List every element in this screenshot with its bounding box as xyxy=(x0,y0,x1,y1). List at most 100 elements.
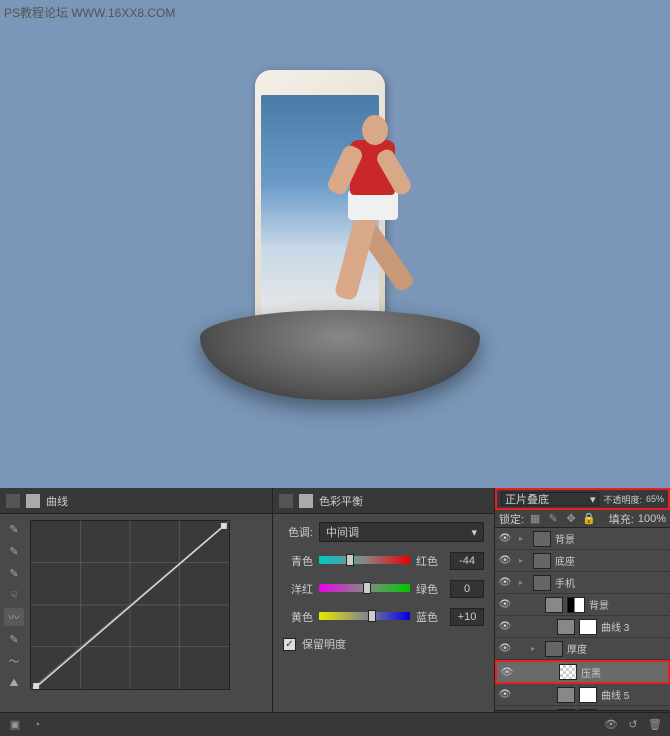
layers-panel: 正片叠底▾ 不透明度: 65% 锁定: ▦ ✎ ✥ 🔒 填充: 100% 👁 ▸ 背… xyxy=(495,488,670,736)
eye-icon[interactable]: 👁 xyxy=(499,577,511,589)
eyedropper-white[interactable]: ✎ xyxy=(4,564,24,582)
red-label: 红色 xyxy=(416,553,444,569)
lock-label: 锁定: xyxy=(499,511,524,527)
balance-icon xyxy=(279,494,293,508)
layer-mask-thumb xyxy=(567,597,585,613)
cyan-red-slider[interactable] xyxy=(319,556,410,566)
curves-hand-tool[interactable]: ☟ xyxy=(4,586,24,604)
preserve-luminosity-checkbox[interactable]: ✓ 保留明度 xyxy=(283,636,484,652)
layer-row[interactable]: 👁 ▸ 手机 xyxy=(495,572,670,594)
panels-area: 曲线 ✎ ✎ ✎ ☟ 〰 ✎ 〜 ⛰ xyxy=(0,488,670,736)
layers-lock-row: 锁定: ▦ ✎ ✥ 🔒 填充: 100% xyxy=(495,510,670,528)
curves-smooth-tool[interactable]: 〜 xyxy=(4,652,24,670)
curves-pencil-tool[interactable]: ✎ xyxy=(4,630,24,648)
watermark-text: PS教程论坛 WWW.16XX8.COM xyxy=(4,4,175,21)
curves-body: ✎ ✎ ✎ ☟ 〰 ✎ 〜 ⛰ xyxy=(0,514,272,710)
layer-mask-thumb xyxy=(579,619,597,635)
green-label: 绿色 xyxy=(416,581,444,597)
opacity-value[interactable]: 65% xyxy=(646,494,664,504)
clip-icon[interactable]: ◔ xyxy=(30,718,44,732)
chevron-down-icon: ▾ xyxy=(590,493,596,506)
layers-blend-row: 正片叠底▾ 不透明度: 65% xyxy=(495,488,670,510)
eye-icon[interactable]: 👁 xyxy=(501,666,513,678)
curves-title: 曲线 xyxy=(46,493,68,509)
layer-row[interactable]: 👁 曲线 3 xyxy=(495,616,670,638)
lock-transparency-icon[interactable]: ▦ xyxy=(528,512,542,526)
toggle-icon[interactable]: ▣ xyxy=(8,718,22,732)
curves-point-tool[interactable]: 〰 xyxy=(4,608,24,626)
blend-mode-dropdown[interactable]: 正片叠底▾ xyxy=(501,492,599,506)
visibility-icon[interactable]: 👁 xyxy=(604,718,618,732)
expand-arrow-icon[interactable]: ▸ xyxy=(519,556,529,565)
color-balance-panel: 色彩平衡 色调: 中间调 ▾ 青色 红色 -44 洋红 绿色 0 xyxy=(273,488,495,736)
color-balance-footer: ▣ ◔ 👁 ↺ 🗑 xyxy=(0,712,670,736)
cyan-red-value[interactable]: -44 xyxy=(450,552,484,570)
layer-name: 手机 xyxy=(555,575,666,590)
layer-thumb xyxy=(533,531,551,547)
eye-icon[interactable]: 👁 xyxy=(499,621,511,633)
trash-icon[interactable]: 🗑 xyxy=(648,718,662,732)
magenta-label: 洋红 xyxy=(283,581,313,597)
opacity-label: 不透明度: xyxy=(603,493,642,506)
eyedropper-gray[interactable]: ✎ xyxy=(4,542,24,560)
lock-all-icon[interactable]: 🔒 xyxy=(582,512,596,526)
fill-value[interactable]: 100% xyxy=(638,513,666,525)
eyedropper-black[interactable]: ✎ xyxy=(4,520,24,538)
curves-header: 曲线 xyxy=(0,488,272,514)
color-balance-body: 色调: 中间调 ▾ 青色 红色 -44 洋红 绿色 0 黄色 xyxy=(273,514,494,710)
yellow-blue-slider[interactable] xyxy=(319,612,410,622)
yellow-label: 黄色 xyxy=(283,609,313,625)
preserve-luminosity-label: 保留明度 xyxy=(302,636,346,652)
color-balance-header: 色彩平衡 xyxy=(273,488,494,514)
layer-row[interactable]: 👁 ▸ 厚度 xyxy=(495,638,670,660)
layer-thumb xyxy=(557,709,575,711)
layer-thumb xyxy=(545,597,563,613)
tone-dropdown[interactable]: 中间调 ▾ xyxy=(319,522,484,542)
layer-thumb xyxy=(557,619,575,635)
canvas-area: PS教程论坛 WWW.16XX8.COM xyxy=(0,0,670,488)
curves-icon xyxy=(6,494,20,508)
layer-name: 厚度 xyxy=(567,641,666,656)
eye-icon[interactable]: 👁 xyxy=(499,555,511,567)
layer-thumb xyxy=(557,687,575,703)
magenta-green-value[interactable]: 0 xyxy=(450,580,484,598)
layer-mask-thumb xyxy=(579,709,597,711)
fill-label: 填充: xyxy=(609,511,634,527)
yellow-blue-value[interactable]: +10 xyxy=(450,608,484,626)
color-balance-title: 色彩平衡 xyxy=(319,493,363,509)
expand-arrow-icon[interactable]: ▸ xyxy=(519,578,529,587)
expand-arrow-icon[interactable]: ▸ xyxy=(519,534,529,543)
layer-list: 👁▸背景👁▸底座👁▸手机👁背景👁曲线 3👁▸厚度👁压黑👁曲线 5👁色彩平衡👁▸手… xyxy=(495,528,670,710)
expand-arrow-icon[interactable]: ▸ xyxy=(531,644,541,653)
layer-row[interactable]: 👁▸底座 xyxy=(495,550,670,572)
lock-position-icon[interactable]: ✥ xyxy=(564,512,578,526)
eye-icon[interactable]: 👁 xyxy=(499,533,511,545)
layer-name: 压黑 xyxy=(581,665,664,680)
curves-graph[interactable] xyxy=(30,520,230,690)
tone-value: 中间调 xyxy=(326,524,359,540)
eye-icon[interactable]: 👁 xyxy=(499,643,511,655)
layer-row[interactable]: 👁 压黑 xyxy=(495,660,670,684)
layer-name: 背景 xyxy=(589,597,666,612)
layer-thumb xyxy=(533,553,551,569)
layer-thumb xyxy=(545,641,563,657)
magenta-green-slider[interactable] xyxy=(319,584,410,594)
eye-icon[interactable]: 👁 xyxy=(499,689,511,701)
curves-histogram-tool[interactable]: ⛰ xyxy=(4,674,24,692)
layer-row[interactable]: 👁▸背景 xyxy=(495,528,670,550)
tone-label: 色调: xyxy=(283,524,313,540)
runner-graphic xyxy=(290,90,470,340)
layer-row[interactable]: 👁曲线 5 xyxy=(495,684,670,706)
composite-artwork xyxy=(170,60,500,470)
curves-tool-column: ✎ ✎ ✎ ☟ 〰 ✎ 〜 ⛰ xyxy=(4,520,26,692)
balance-preset-icon xyxy=(299,494,313,508)
curves-preset-icon xyxy=(26,494,40,508)
layer-row[interactable]: 👁 背景 xyxy=(495,594,670,616)
layer-name: 曲线 3 xyxy=(601,619,666,634)
eye-icon[interactable]: 👁 xyxy=(499,599,511,611)
lock-paint-icon[interactable]: ✎ xyxy=(546,512,560,526)
layer-thumb xyxy=(533,575,551,591)
curves-panel: 曲线 ✎ ✎ ✎ ☟ 〰 ✎ 〜 ⛰ xyxy=(0,488,273,736)
reset-icon[interactable]: ↺ xyxy=(626,718,640,732)
blue-label: 蓝色 xyxy=(416,609,444,625)
